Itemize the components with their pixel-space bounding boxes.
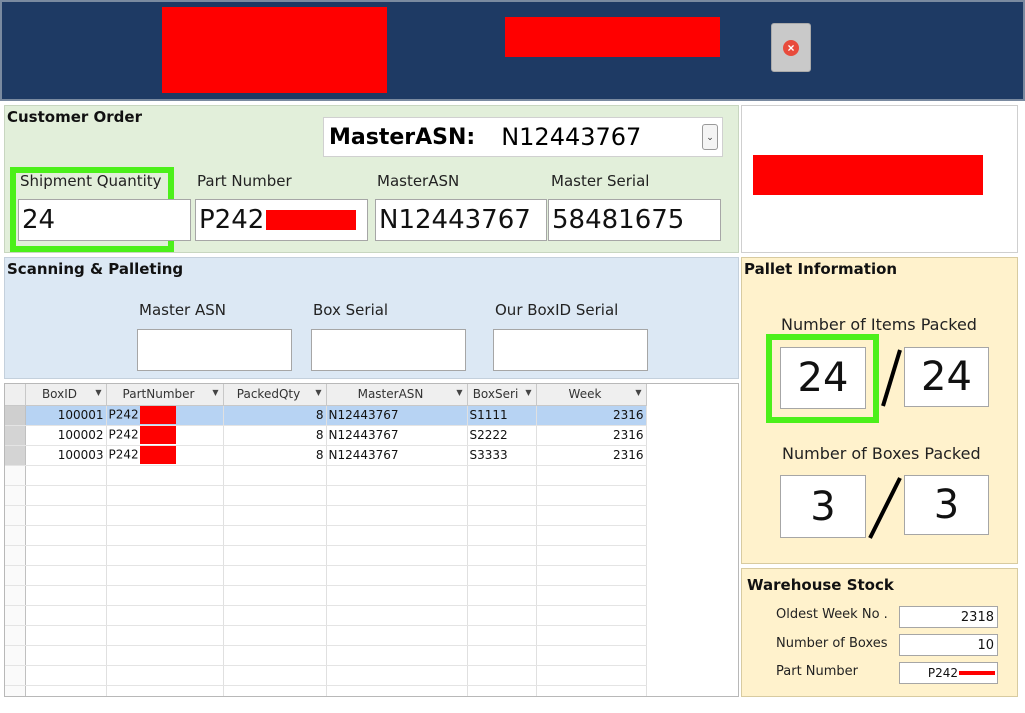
- pallet-title: Pallet Information: [744, 260, 898, 278]
- master-asn-combo-value: N12443767: [501, 123, 642, 151]
- empty-cell: [5, 525, 26, 546]
- empty-cell: [5, 665, 26, 686]
- cell-week[interactable]: 2316: [536, 405, 647, 426]
- boxes-packed-label: Number of Boxes Packed: [782, 444, 981, 463]
- redacted-part-number: [266, 210, 357, 230]
- master-serial-label: Master Serial: [551, 172, 650, 190]
- cell-partnumber[interactable]: P242: [106, 445, 224, 466]
- column-header-packedqty[interactable]: PackedQty ▼: [223, 384, 327, 406]
- boxes-slash: [868, 477, 902, 539]
- cell-masterasn[interactable]: N12443767: [326, 405, 468, 426]
- cell-boxid[interactable]: 100003: [25, 445, 107, 466]
- cell-week[interactable]: 2316: [536, 445, 647, 466]
- warehouse-title: Warehouse Stock: [747, 576, 894, 594]
- cell-week[interactable]: 2316: [536, 425, 647, 446]
- cell-masterasn[interactable]: N12443767: [326, 425, 468, 446]
- stock-part-number-value: P242: [927, 666, 958, 680]
- grid-corner[interactable]: [5, 384, 26, 406]
- shipment-quantity-label: Shipment Quantity: [20, 172, 162, 190]
- items-slash: [881, 349, 902, 407]
- number-of-boxes-label: Number of Boxes: [776, 636, 888, 651]
- table-row[interactable]: 100001 P242 8 N12443767 S1111 2316: [5, 405, 647, 426]
- part-number-field[interactable]: P242: [195, 199, 368, 241]
- box-grid: BoxID ▼ PartNumber ▼ PackedQty ▼ MasterASN ▼…: [4, 383, 739, 697]
- master-serial-field[interactable]: 58481675: [548, 199, 721, 241]
- table-row[interactable]: 100003 P242 8 N12443767 S3333 2316: [5, 445, 647, 466]
- empty-cell: [5, 485, 26, 506]
- redacted-logo-right: [753, 155, 983, 195]
- empty-cell: [5, 465, 26, 486]
- redacted-part: [139, 446, 176, 464]
- empty-cell: [5, 585, 26, 606]
- items-total-field: 24: [904, 347, 989, 407]
- customer-order-title: Customer Order: [7, 108, 142, 126]
- part-number-label: Part Number: [197, 172, 292, 190]
- row-selector[interactable]: [5, 425, 26, 446]
- master-asn-combo[interactable]: MasterASN: N12443767 ⌄: [323, 117, 723, 157]
- column-header-week[interactable]: Week ▼: [536, 384, 647, 406]
- master-asn-label: MasterASN: [377, 172, 460, 190]
- scanning-title: Scanning & Palleting: [7, 260, 184, 278]
- redacted-stock-part: [959, 671, 995, 675]
- column-header-boxid[interactable]: BoxID ▼: [25, 384, 107, 406]
- empty-cell: [5, 625, 26, 646]
- empty-cell: [5, 505, 26, 526]
- redacted-logo: [162, 7, 387, 93]
- box-serial-input[interactable]: [311, 329, 466, 371]
- close-button[interactable]: ×: [771, 23, 811, 72]
- redacted-part: [139, 426, 176, 444]
- cell-partnumber[interactable]: P242: [106, 405, 224, 426]
- part-number-value: P242: [199, 205, 265, 235]
- number-of-boxes-field: 10: [899, 634, 998, 656]
- stock-part-number-field: P242: [899, 662, 998, 684]
- cell-boxserial[interactable]: S2222: [467, 425, 537, 446]
- oldest-week-field: 2318: [899, 606, 998, 628]
- scan-master-asn-input[interactable]: [137, 329, 292, 371]
- row-selector[interactable]: [5, 405, 26, 426]
- our-boxid-input[interactable]: [493, 329, 648, 371]
- close-icon: ×: [783, 39, 799, 56]
- row-selector[interactable]: [5, 445, 26, 466]
- column-header-boxserial[interactable]: BoxSeri ▼: [467, 384, 537, 406]
- table-row[interactable]: 100002 P242 8 N12443767 S2222 2316: [5, 425, 647, 446]
- boxes-total-field: 3: [904, 475, 989, 535]
- empty-cell: [5, 565, 26, 586]
- empty-cell: [5, 605, 26, 626]
- column-header-masterasn[interactable]: MasterASN ▼: [326, 384, 468, 406]
- items-packed-field[interactable]: 24: [780, 347, 866, 409]
- items-packed-label: Number of Items Packed: [781, 315, 977, 334]
- empty-cell: [5, 645, 26, 666]
- cell-packedqty[interactable]: 8: [223, 445, 327, 466]
- cell-packedqty[interactable]: 8: [223, 405, 327, 426]
- chevron-down-icon[interactable]: ⌄: [702, 124, 718, 150]
- shipment-quantity-field[interactable]: 24: [18, 199, 191, 241]
- our-boxid-label: Our BoxID Serial: [495, 301, 619, 319]
- cell-boxserial[interactable]: S3333: [467, 445, 537, 466]
- redacted-title: [505, 17, 720, 57]
- cell-boxid[interactable]: 100002: [25, 425, 107, 446]
- box-serial-label: Box Serial: [313, 301, 389, 319]
- column-header-partnumber[interactable]: PartNumber ▼: [106, 384, 224, 406]
- cell-boxserial[interactable]: S1111: [467, 405, 537, 426]
- cell-partnumber[interactable]: P242: [106, 425, 224, 446]
- cell-boxid[interactable]: 100001: [25, 405, 107, 426]
- cell-packedqty[interactable]: 8: [223, 425, 327, 446]
- scan-master-asn-label: Master ASN: [139, 301, 226, 319]
- stock-part-number-label: Part Number: [776, 664, 859, 679]
- master-asn-field[interactable]: N12443767: [375, 199, 547, 241]
- cell-masterasn[interactable]: N12443767: [326, 445, 468, 466]
- empty-cell: [5, 545, 26, 566]
- master-asn-combo-label: MasterASN:: [329, 124, 476, 150]
- oldest-week-label: Oldest Week No .: [776, 607, 888, 622]
- boxes-packed-field[interactable]: 3: [780, 475, 866, 538]
- redacted-part: [139, 406, 176, 424]
- empty-cell: [5, 685, 26, 696]
